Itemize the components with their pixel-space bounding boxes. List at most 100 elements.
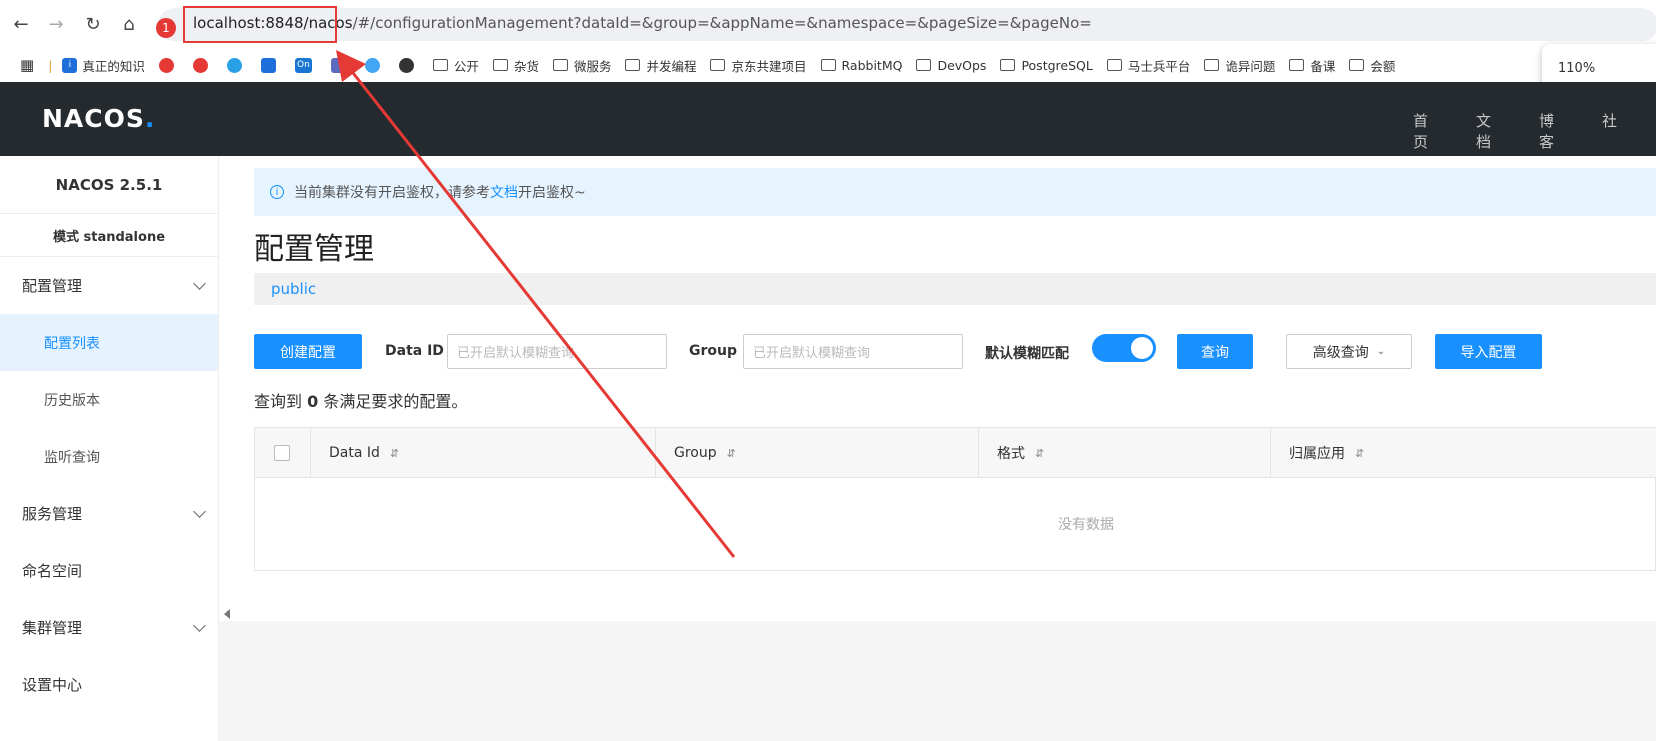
bookmark-folder[interactable]: RabbitMQ xyxy=(820,58,902,73)
bookmark-item[interactable]: On xyxy=(294,57,317,73)
home-icon[interactable]: ⌂ xyxy=(117,12,141,36)
sidebar-item-history[interactable]: 历史版本 xyxy=(0,371,218,428)
bookmark-app-icon xyxy=(260,57,276,73)
forward-icon[interactable]: → xyxy=(44,12,68,36)
fuzzy-match-toggle[interactable] xyxy=(1092,334,1156,362)
bookmark-folder[interactable]: 并发编程 xyxy=(625,56,696,75)
sort-icon[interactable]: ⇵ xyxy=(390,447,399,460)
sidebar-item-config-list[interactable]: 配置列表 xyxy=(0,314,218,371)
sidebar-item-listener-query[interactable]: 监听查询 xyxy=(0,428,218,485)
column-header-app[interactable]: 归属应用 ⇵ xyxy=(1270,428,1656,478)
apps-grid-icon[interactable]: ▦ xyxy=(20,56,34,74)
bookmark-folder[interactable]: 马士兵平台 xyxy=(1106,56,1190,75)
group-input[interactable]: 已开启默认模糊查询 xyxy=(743,334,963,369)
nacos-logo[interactable]: NACOS. xyxy=(42,104,155,133)
bookmark-folder[interactable]: 微服务 xyxy=(552,56,611,75)
create-config-button[interactable]: 创建配置 xyxy=(254,334,362,369)
query-button[interactable]: 查询 xyxy=(1177,334,1253,369)
folder-icon xyxy=(916,59,932,71)
bookmarks-bar: ▦ | i 真正的知识 On 公开 杂货 微服务 并发编程 京东共建项目 Rabb… xyxy=(0,48,1656,82)
result-count-number: 0 xyxy=(307,392,319,411)
column-header-data-id[interactable]: Data Id ⇵ xyxy=(310,428,655,478)
empty-state: 没有数据 xyxy=(1058,517,1114,533)
bookmark-item[interactable] xyxy=(330,57,351,73)
column-header-group[interactable]: Group ⇵ xyxy=(655,428,978,478)
folder-icon xyxy=(1204,59,1220,71)
fuzzy-match-label: 默认模糊匹配 xyxy=(985,346,1069,362)
folder-icon xyxy=(1349,59,1365,71)
folder-icon xyxy=(1106,59,1122,71)
folder-icon xyxy=(1000,59,1016,71)
bookmark-item[interactable] xyxy=(398,57,419,73)
select-all-checkbox[interactable] xyxy=(274,445,290,461)
bookmark-item[interactable] xyxy=(364,57,385,73)
chevron-down-icon xyxy=(193,619,206,632)
bookmark-folder[interactable]: 京东共建项目 xyxy=(710,56,807,75)
page-title: 配置管理 xyxy=(254,232,374,267)
column-header-format[interactable]: 格式 ⇵ xyxy=(978,428,1270,478)
bookmark-divider: | xyxy=(48,57,53,73)
bookmark-app-icon: On xyxy=(294,57,312,73)
version-label: NACOS 2.5.1 xyxy=(0,156,218,214)
chevron-down-icon: ⌄ xyxy=(1376,346,1386,357)
sidebar-collapse-icon[interactable] xyxy=(224,609,230,619)
folder-icon xyxy=(820,59,836,71)
import-config-button[interactable]: 导入配置 xyxy=(1435,334,1542,369)
namespace-public[interactable]: public xyxy=(271,280,316,298)
bookmark-app-icon xyxy=(192,57,208,73)
bookmark-item[interactable] xyxy=(192,57,213,73)
bookmark-folder[interactable]: 公开 xyxy=(432,56,479,75)
bookmark-item[interactable] xyxy=(226,57,247,73)
nav-link-home[interactable]: 首页 xyxy=(1413,110,1428,152)
bookmark-item[interactable] xyxy=(260,57,281,73)
sort-icon[interactable]: ⇵ xyxy=(1035,447,1044,460)
bookmark-folder[interactable]: 会额 xyxy=(1349,56,1395,75)
bookmark-item[interactable]: i 真正的知识 xyxy=(62,56,145,75)
bookmark-item[interactable] xyxy=(158,57,179,73)
globe-icon xyxy=(398,57,414,73)
main-content: i 当前集群没有开启鉴权，请参考 文档 开启鉴权~ 配置管理 public 创建配置… xyxy=(219,156,1656,741)
namespace-bar: public xyxy=(254,273,1656,305)
auth-notice: i 当前集群没有开启鉴权，请参考 文档 开启鉴权~ xyxy=(254,168,1656,216)
bookmark-app-icon xyxy=(330,57,346,73)
folder-icon xyxy=(432,59,448,71)
bookmark-folder[interactable]: 诡异问题 xyxy=(1204,56,1275,75)
content-panel: i 当前集群没有开启鉴权，请参考 文档 开启鉴权~ 配置管理 public 创建配置… xyxy=(219,156,1656,621)
nav-link-community[interactable]: 社 xyxy=(1602,110,1617,152)
bookmark-folder[interactable]: 备课 xyxy=(1289,56,1335,75)
data-id-input[interactable]: 已开启默认模糊查询 xyxy=(447,334,667,369)
annotation-badge: 1 xyxy=(156,18,176,38)
sidebar-item-service-management[interactable]: 服务管理 xyxy=(0,485,218,542)
nav-link-docs[interactable]: 文档 xyxy=(1476,110,1491,152)
sidebar-item-settings[interactable]: 设置中心 xyxy=(0,656,218,713)
info-icon: i xyxy=(270,185,284,199)
sidebar: NACOS 2.5.1 模式 standalone 配置管理 配置列表 历史版本… xyxy=(0,156,219,741)
folder-icon xyxy=(492,59,508,71)
bookmark-folder[interactable]: 杂货 xyxy=(492,56,539,75)
folder-icon xyxy=(710,59,726,71)
bookmark-folder[interactable]: PostgreSQL xyxy=(1000,58,1093,73)
url-highlight-box xyxy=(183,6,337,43)
chevron-down-icon xyxy=(193,277,206,290)
mode-label: 模式 standalone xyxy=(0,214,218,257)
sidebar-item-cluster-management[interactable]: 集群管理 xyxy=(0,599,218,656)
data-id-label: Data ID xyxy=(385,343,444,359)
folder-icon xyxy=(625,59,641,71)
chevron-down-icon xyxy=(193,505,206,518)
sort-icon[interactable]: ⇵ xyxy=(727,447,736,460)
advanced-query-button[interactable]: 高级查询 ⌄ xyxy=(1286,334,1412,369)
sidebar-item-namespace[interactable]: 命名空间 xyxy=(0,542,218,599)
reload-icon[interactable]: ↻ xyxy=(81,12,105,36)
folder-icon xyxy=(552,59,568,71)
table-header: Data Id ⇵ Group ⇵ 格式 ⇵ 归属应用 ⇵ xyxy=(255,428,1656,478)
back-icon[interactable]: ← xyxy=(9,12,33,36)
toggle-knob xyxy=(1131,337,1153,359)
nav-link-blog[interactable]: 博客 xyxy=(1539,110,1554,152)
sidebar-item-config-management[interactable]: 配置管理 xyxy=(0,257,218,314)
bookmark-search-icon xyxy=(364,57,380,73)
docs-link[interactable]: 文档 xyxy=(490,182,518,202)
bookmark-app-icon xyxy=(158,57,174,73)
sort-icon[interactable]: ⇵ xyxy=(1355,447,1364,460)
bookmark-app-icon xyxy=(226,57,242,73)
bookmark-folder[interactable]: DevOps xyxy=(916,58,986,73)
